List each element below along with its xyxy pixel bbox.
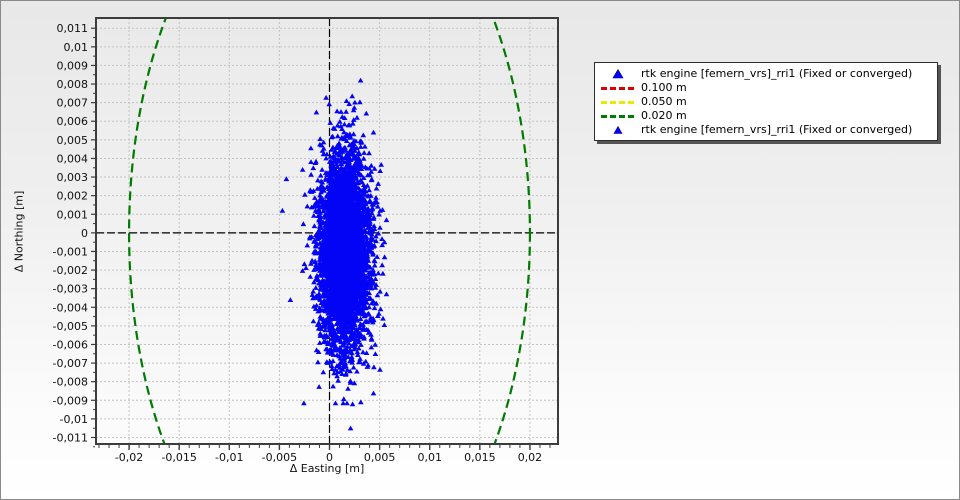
y-tick-label: 0,008 bbox=[57, 78, 89, 91]
y-tick-label: -0,001 bbox=[53, 245, 88, 258]
legend-item-0.020m: 0.020 m bbox=[595, 109, 937, 123]
y-tick-label: 0,009 bbox=[57, 59, 89, 72]
y-tick-label: -0,01 bbox=[60, 413, 88, 426]
legend-label: 0.100 m bbox=[641, 81, 687, 94]
y-tick-label: 0,007 bbox=[57, 97, 89, 110]
y-tick-label: -0,006 bbox=[53, 338, 88, 351]
y-tick-label: 0,005 bbox=[57, 134, 89, 147]
legend-label: rtk engine [femern_vrs]_rri1 (Fixed or c… bbox=[641, 123, 913, 136]
legend-label: 0.050 m bbox=[641, 95, 687, 108]
y-tick-label: -0,005 bbox=[53, 320, 88, 333]
y-tick-label: 0,006 bbox=[57, 115, 89, 128]
y-tick-label: -0,007 bbox=[53, 357, 88, 370]
legend-label: 0.020 m bbox=[641, 109, 687, 122]
green-dashed-line-icon bbox=[595, 114, 641, 118]
y-tick-label: 0,01 bbox=[64, 41, 89, 54]
y-tick-label: 0,003 bbox=[57, 171, 89, 184]
triangle-marker-small-icon bbox=[595, 126, 641, 134]
y-tick-label: 0,001 bbox=[57, 208, 89, 221]
y-tick-label: 0,002 bbox=[57, 190, 89, 203]
y-tick-label: 0,011 bbox=[57, 22, 89, 35]
x-axis-title: Δ Easting [m] bbox=[289, 462, 365, 475]
y-tick-label: -0,003 bbox=[53, 283, 88, 296]
red-dashed-line-icon bbox=[595, 86, 641, 90]
y-tick-label: -0,009 bbox=[53, 394, 88, 407]
legend: rtk engine [femern_vrs]_rri1 (Fixed or c… bbox=[594, 62, 938, 141]
y-tick-label: -0,011 bbox=[53, 431, 88, 444]
legend-label: rtk engine [femern_vrs]_rri1 (Fixed or c… bbox=[641, 67, 913, 80]
legend-item-0.100m: 0.100 m bbox=[595, 81, 937, 95]
legend-item-0.050m: 0.050 m bbox=[595, 95, 937, 109]
y-tick-label: -0,008 bbox=[53, 376, 88, 389]
yellow-dashed-line-icon bbox=[595, 100, 641, 104]
y-tick-label: 0,004 bbox=[57, 152, 89, 165]
y-tick-label: 0 bbox=[81, 227, 88, 240]
rtk-scatter-chart-window: -0,02 -0,015 -0,01 -0,005 0 0,005 0,01 0,015 0,0… bbox=[0, 0, 960, 500]
triangle-marker-icon bbox=[595, 69, 641, 79]
legend-item-rtk-engine-2: rtk engine [femern_vrs]_rri1 (Fixed or c… bbox=[595, 123, 937, 137]
y-tick-label: -0,002 bbox=[53, 264, 88, 277]
legend-item-rtk-engine: rtk engine [femern_vrs]_rri1 (Fixed or c… bbox=[595, 67, 937, 81]
y-tick-label: -0,004 bbox=[53, 301, 88, 314]
y-axis-title: Δ Northing [m] bbox=[12, 190, 26, 273]
